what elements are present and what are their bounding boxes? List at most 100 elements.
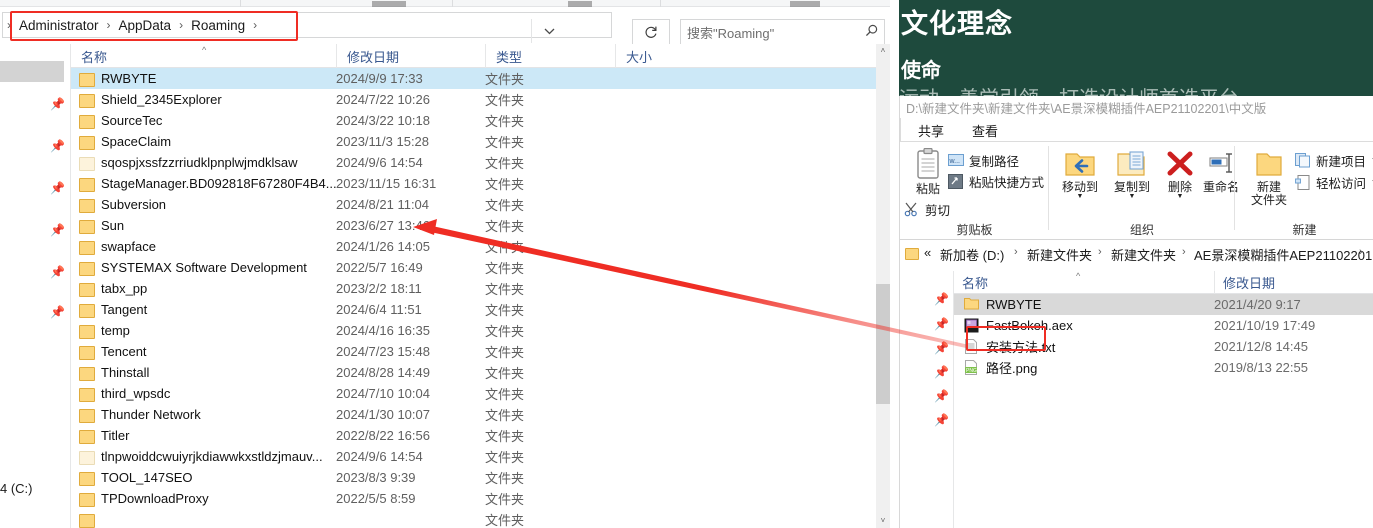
new-folder-button[interactable]: 新建 文件夹 xyxy=(1245,150,1293,207)
breadcrumb[interactable]: › Administrator › AppData › Roaming › xyxy=(2,12,612,43)
file-name-cell[interactable]: third_wpsdc xyxy=(79,383,170,404)
table-row[interactable]: SpaceClaim 2023/11/3 15:28 文件夹 xyxy=(71,131,883,152)
search-icon[interactable] xyxy=(865,24,878,40)
file-name-cell[interactable]: Subversion xyxy=(79,194,166,215)
file-name-cell[interactable]: Tangent xyxy=(79,299,147,320)
table-row[interactable]: StageManager.BD092818F67280F4B4... 2023/1… xyxy=(71,173,883,194)
scroll-down-icon[interactable]: ˅ xyxy=(876,514,890,528)
pin-icon[interactable]: 📌 xyxy=(934,293,949,306)
table-row[interactable]: Thunder Network 2024/1/30 10:07 文件夹 xyxy=(71,404,883,425)
pin-icon[interactable]: 📌 xyxy=(50,266,65,279)
chevron-down-icon[interactable]: ▼ xyxy=(1077,193,1084,200)
back-chevrons-icon[interactable]: « xyxy=(924,245,931,260)
file-name-cell[interactable]: RWBYTE xyxy=(79,68,156,89)
table-row[interactable]: third_wpsdc 2024/7/10 10:04 文件夹 xyxy=(71,383,883,404)
easy-access-button[interactable]: 轻松访问 ▼ xyxy=(1295,173,1373,192)
table-row[interactable]: SourceTec 2024/3/22 10:18 文件夹 xyxy=(71,110,883,131)
file-name-cell[interactable]: Thunder Network xyxy=(79,404,201,425)
table-row[interactable]: sqospjxssfzzrriudklpnplwjmdklsaw 2024/9/6… xyxy=(71,152,883,173)
table-row[interactable]: Subversion 2024/8/21 11:04 文件夹 xyxy=(71,194,883,215)
chevron-right-icon[interactable]: › xyxy=(1014,246,1018,258)
pin-icon[interactable]: 📌 xyxy=(50,98,65,111)
table-row[interactable]: TPDownloadProxy 2022/5/5 8:59 文件夹 xyxy=(71,488,883,509)
right-crumb-0[interactable]: 新加卷 (D:) xyxy=(940,245,1004,264)
pin-icon[interactable]: 📌 xyxy=(50,140,65,153)
move-to-button[interactable]: 移动到 ▼ xyxy=(1054,150,1106,200)
left-file-list[interactable]: RWBYTE 2024/9/9 17:33 文件夹 Shield_2345Explor… xyxy=(71,68,883,528)
file-name-cell[interactable]: TOOL_147SEO xyxy=(79,467,193,488)
file-name-cell[interactable]: TPDownloadProxy xyxy=(79,488,209,509)
scrollbar-thumb[interactable] xyxy=(876,284,890,404)
right-crumb-1[interactable]: 新建文件夹 xyxy=(1027,245,1092,264)
chevron-right-icon[interactable]: › xyxy=(1359,246,1363,258)
file-name-cell[interactable]: Titler xyxy=(79,425,129,446)
file-name-cell[interactable]: SYSTEMAX Software Development xyxy=(79,257,307,278)
pin-icon[interactable]: 📌 xyxy=(934,318,949,331)
nav-drive-label[interactable]: 4 (C:) xyxy=(0,481,33,496)
table-row[interactable]: swapface 2024/1/26 14:05 文件夹 xyxy=(71,236,883,257)
table-row[interactable]: tabx_pp 2023/2/2 18:11 文件夹 xyxy=(71,278,883,299)
pin-icon[interactable]: 📌 xyxy=(50,182,65,195)
paste-shortcut-button[interactable]: 粘贴快捷方式 xyxy=(948,172,1044,191)
table-row[interactable]: Tangent 2024/6/4 11:51 文件夹 xyxy=(71,299,883,320)
file-name-cell[interactable]: sqospjxssfzzrriudklpnplwjmdklsaw xyxy=(79,152,298,173)
new-item-button[interactable]: 新建项目 ▼ xyxy=(1295,151,1373,170)
left-vertical-scrollbar[interactable]: ˄ ˅ xyxy=(876,44,890,528)
table-row[interactable]: temp 2024/4/16 16:35 文件夹 xyxy=(71,320,883,341)
table-row[interactable]: RWBYTE 2024/9/9 17:33 文件夹 xyxy=(71,68,883,89)
cut-button[interactable]: 剪切 xyxy=(904,200,950,219)
scroll-up-icon[interactable]: ˄ xyxy=(876,44,890,58)
delete-button[interactable]: 删除 ▼ xyxy=(1159,150,1201,200)
file-name-cell[interactable]: SourceTec xyxy=(79,110,162,131)
file-name-cell[interactable]: Shield_2345Explorer xyxy=(79,89,222,110)
table-row[interactable]: tlnpwoiddcwuiyrjkdiawwkxstldzjmauv... 202… xyxy=(71,446,883,467)
pin-icon[interactable]: 📌 xyxy=(50,306,65,319)
pin-icon[interactable]: 📌 xyxy=(934,390,949,403)
chevron-right-icon[interactable]: › xyxy=(103,19,115,31)
table-row[interactable]: Shield_2345Explorer 2024/7/22 10:26 文件夹 xyxy=(71,89,883,110)
file-name-cell[interactable]: 安装方法.txt xyxy=(964,336,1055,357)
table-row[interactable]: RWBYTE 2021/4/20 9:17 xyxy=(954,294,1373,315)
chevron-down-icon[interactable]: ▼ xyxy=(1129,193,1136,200)
right-column-header-name[interactable]: 名称 xyxy=(954,271,1214,294)
chevron-right-icon[interactable]: › xyxy=(249,19,261,31)
file-name-cell[interactable]: tabx_pp xyxy=(79,278,147,299)
file-name-cell[interactable]: PNG 路径.png xyxy=(964,357,1037,378)
search-input[interactable]: 搜索"Roaming" xyxy=(680,19,885,45)
file-name-cell[interactable]: Sun xyxy=(79,215,124,236)
file-name-cell[interactable]: tlnpwoiddcwuiyrjkdiawwkxstldzjmauv... xyxy=(79,446,323,467)
refresh-button[interactable] xyxy=(632,19,670,45)
table-row[interactable]: SYSTEMAX Software Development 2022/5/7 16… xyxy=(71,257,883,278)
file-name-cell[interactable]: RWBYTE xyxy=(964,294,1041,315)
right-crumb-2[interactable]: 新建文件夹 xyxy=(1111,245,1176,264)
chevron-right-icon[interactable]: › xyxy=(1098,246,1102,258)
file-name-cell[interactable] xyxy=(79,509,101,528)
chevron-right-icon[interactable]: › xyxy=(175,19,187,31)
table-row[interactable]: Sun 2023/6/27 13:46 文件夹 xyxy=(71,215,883,236)
breadcrumb-crumb-2[interactable]: Roaming xyxy=(187,16,249,35)
breadcrumb-crumb-0[interactable]: Administrator xyxy=(15,16,103,35)
table-row[interactable]: 安装方法.txt 2021/12/8 14:45 xyxy=(954,336,1373,357)
chevron-down-icon[interactable] xyxy=(531,19,567,43)
pin-icon[interactable]: 📌 xyxy=(934,414,949,427)
right-breadcrumb[interactable]: « 新加卷 (D:) › 新建文件夹 › 新建文件夹 › AE景深模糊插件AEP… xyxy=(900,240,1373,271)
column-header-date[interactable]: 修改日期 xyxy=(336,44,485,68)
table-row[interactable]: 文件夹 xyxy=(71,509,883,528)
copy-to-button[interactable]: 复制到 ▼ xyxy=(1106,150,1158,200)
file-name-cell[interactable]: SpaceClaim xyxy=(79,131,171,152)
column-header-size[interactable]: 大小 xyxy=(615,44,740,68)
chevron-down-icon[interactable]: ▼ xyxy=(1177,193,1184,200)
paste-button[interactable]: 粘贴 xyxy=(908,147,948,196)
tab-share[interactable]: 共享 xyxy=(918,118,944,142)
file-name-cell[interactable]: temp xyxy=(79,320,130,341)
table-row[interactable]: TOOL_147SEO 2023/8/3 9:39 文件夹 xyxy=(71,467,883,488)
breadcrumb-crumb-1[interactable]: AppData xyxy=(115,16,176,35)
table-row[interactable]: Tencent 2024/7/23 15:48 文件夹 xyxy=(71,341,883,362)
right-column-header-date[interactable]: 修改日期 xyxy=(1214,271,1373,294)
right-file-list[interactable]: RWBYTE 2021/4/20 9:17 FastBokeh.aex 2021/10… xyxy=(954,294,1373,528)
file-name-cell[interactable]: Thinstall xyxy=(79,362,149,383)
pin-icon[interactable]: 📌 xyxy=(934,366,949,379)
file-name-cell[interactable]: StageManager.BD092818F67280F4B4... xyxy=(79,173,337,194)
table-row[interactable]: PNG 路径.png 2019/8/13 22:55 xyxy=(954,357,1373,378)
right-crumb-3[interactable]: AE景深模糊插件AEP21102201 xyxy=(1194,245,1372,264)
